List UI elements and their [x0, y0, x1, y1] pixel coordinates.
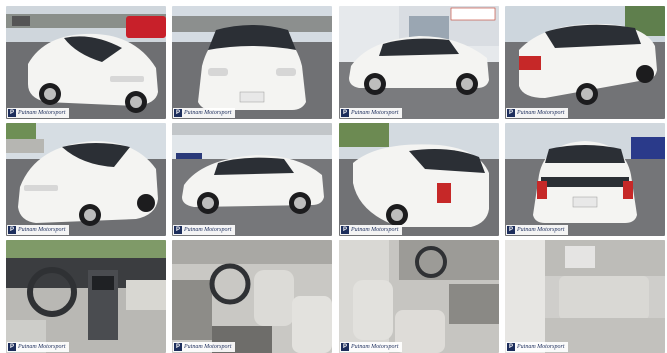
car-photo-rear-left [505, 6, 665, 119]
dealer-watermark: P Putnam Motorsport [7, 225, 69, 235]
photo-thumbnail[interactable]: P Putnam Motorsport [6, 6, 166, 119]
photo-thumbnail[interactable]: P Putnam Motorsport [172, 123, 332, 236]
watermark-text: Putnam Motorsport [351, 110, 399, 116]
dealer-logo-icon: P [8, 109, 16, 117]
dealer-logo-icon: P [341, 343, 349, 351]
car-photo-front-right [6, 123, 166, 236]
watermark-text: Putnam Motorsport [184, 110, 232, 116]
watermark-text: Putnam Motorsport [517, 344, 565, 350]
interior-photo-rear-seats [505, 240, 665, 353]
watermark-text: Putnam Motorsport [18, 110, 66, 116]
interior-photo-driver-seat [172, 240, 332, 353]
dealer-logo-icon: P [8, 226, 16, 234]
interior-photo-passenger-seat [339, 240, 499, 353]
photo-thumbnail[interactable]: P Putnam Motorsport [505, 123, 665, 236]
dealer-watermark: P Putnam Motorsport [173, 342, 235, 352]
photo-thumbnail[interactable]: P Putnam Motorsport [172, 240, 332, 353]
dealer-logo-icon: P [507, 226, 515, 234]
interior-photo-dashboard [6, 240, 166, 353]
photo-thumbnail[interactable]: P Putnam Motorsport [339, 6, 499, 119]
dealer-watermark: P Putnam Motorsport [340, 108, 402, 118]
dealer-logo-icon: P [341, 109, 349, 117]
dealer-logo-icon: P [8, 343, 16, 351]
dealer-watermark: P Putnam Motorsport [506, 342, 568, 352]
photo-thumbnail[interactable]: P Putnam Motorsport [339, 240, 499, 353]
dealer-logo-icon: P [507, 109, 515, 117]
dealer-watermark: P Putnam Motorsport [340, 342, 402, 352]
dealer-logo-icon: P [174, 109, 182, 117]
dealer-watermark: P Putnam Motorsport [7, 342, 69, 352]
watermark-text: Putnam Motorsport [184, 344, 232, 350]
photo-thumbnail[interactable]: P Putnam Motorsport [339, 123, 499, 236]
car-photo-side [339, 6, 499, 119]
dealer-watermark: P Putnam Motorsport [7, 108, 69, 118]
watermark-text: Putnam Motorsport [18, 227, 66, 233]
dealer-logo-icon: P [507, 343, 515, 351]
car-photo-rear-right [339, 123, 499, 236]
watermark-text: Putnam Motorsport [184, 227, 232, 233]
dealer-watermark: P Putnam Motorsport [340, 225, 402, 235]
car-photo-side [172, 123, 332, 236]
photo-gallery-grid: P Putnam Motorsport P Putnam Motorsport P [0, 0, 667, 353]
dealer-logo-icon: P [174, 343, 182, 351]
photo-thumbnail[interactable]: P Putnam Motorsport [6, 240, 166, 353]
dealer-watermark: P Putnam Motorsport [506, 108, 568, 118]
watermark-text: Putnam Motorsport [517, 227, 565, 233]
dealer-watermark: P Putnam Motorsport [173, 225, 235, 235]
photo-thumbnail[interactable]: P Putnam Motorsport [505, 240, 665, 353]
watermark-text: Putnam Motorsport [18, 344, 66, 350]
dealer-logo-icon: P [174, 226, 182, 234]
dealer-watermark: P Putnam Motorsport [173, 108, 235, 118]
photo-thumbnail[interactable]: P Putnam Motorsport [6, 123, 166, 236]
watermark-text: Putnam Motorsport [351, 344, 399, 350]
car-photo-front [172, 6, 332, 119]
car-photo-front-left [6, 6, 166, 119]
dealer-watermark: P Putnam Motorsport [506, 225, 568, 235]
photo-thumbnail[interactable]: P Putnam Motorsport [505, 6, 665, 119]
photo-thumbnail[interactable]: P Putnam Motorsport [172, 6, 332, 119]
car-photo-rear [505, 123, 665, 236]
watermark-text: Putnam Motorsport [351, 227, 399, 233]
watermark-text: Putnam Motorsport [517, 110, 565, 116]
dealer-logo-icon: P [341, 226, 349, 234]
